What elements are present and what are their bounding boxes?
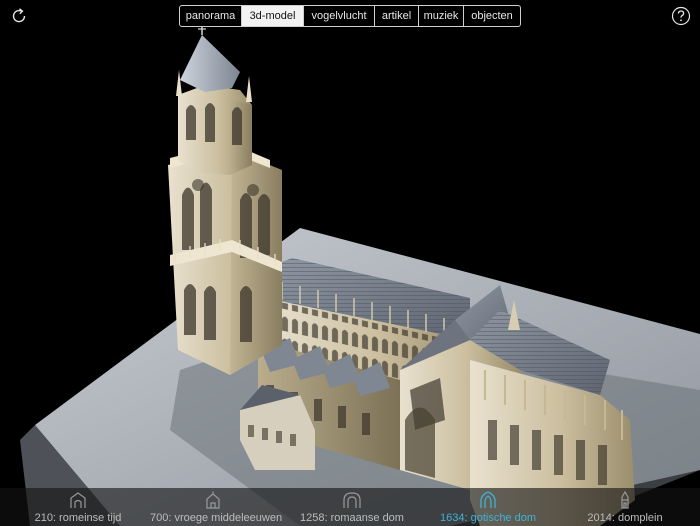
tab-artikel[interactable]: artikel — [375, 6, 419, 26]
tab-panorama[interactable]: panorama — [180, 6, 242, 26]
era-2014-domplein[interactable]: 2014: domplein — [585, 488, 665, 524]
era-700-vroege-middeleeuwen[interactable]: 700: vroege middeleeuwen — [150, 488, 283, 524]
early-church-icon — [206, 491, 220, 509]
tab-vogelvlucht[interactable]: vogelvlucht — [304, 6, 375, 26]
cathedral-3d-model — [20, 26, 700, 526]
view-mode-tabs: panorama 3d-model vogelvlucht artikel mu… — [179, 5, 521, 27]
tab-objecten[interactable]: objecten — [464, 6, 520, 26]
era-label: 210: romeinse tijd — [34, 512, 122, 524]
era-label: 2014: domplein — [587, 512, 663, 524]
tab-muziek[interactable]: muziek — [419, 6, 464, 26]
roman-gate-icon — [70, 492, 86, 508]
tower-icon — [621, 491, 629, 509]
3d-model-viewport[interactable] — [0, 0, 700, 526]
era-timeline: 210: romeinse tijd 700: vroege middeleeu… — [0, 488, 700, 526]
gothic-arch-icon — [480, 491, 496, 508]
help-icon — [671, 6, 691, 26]
era-label: 700: vroege middeleeuwen — [150, 512, 283, 524]
help-button[interactable] — [671, 6, 691, 26]
era-label: 1634: gotische dom — [440, 512, 537, 524]
era-label: 1258: romaanse dom — [300, 512, 404, 524]
era-1634-gotische-dom[interactable]: 1634: gotische dom — [440, 488, 536, 524]
romanesque-arch-icon — [343, 492, 361, 508]
tab-3d-model[interactable]: 3d-model — [242, 6, 304, 26]
era-210-romeinse-tijd[interactable]: 210: romeinse tijd — [30, 488, 126, 524]
era-1258-romaanse-dom[interactable]: 1258: romaanse dom — [300, 488, 404, 524]
reset-view-button[interactable] — [9, 6, 29, 26]
refresh-icon — [12, 8, 26, 23]
